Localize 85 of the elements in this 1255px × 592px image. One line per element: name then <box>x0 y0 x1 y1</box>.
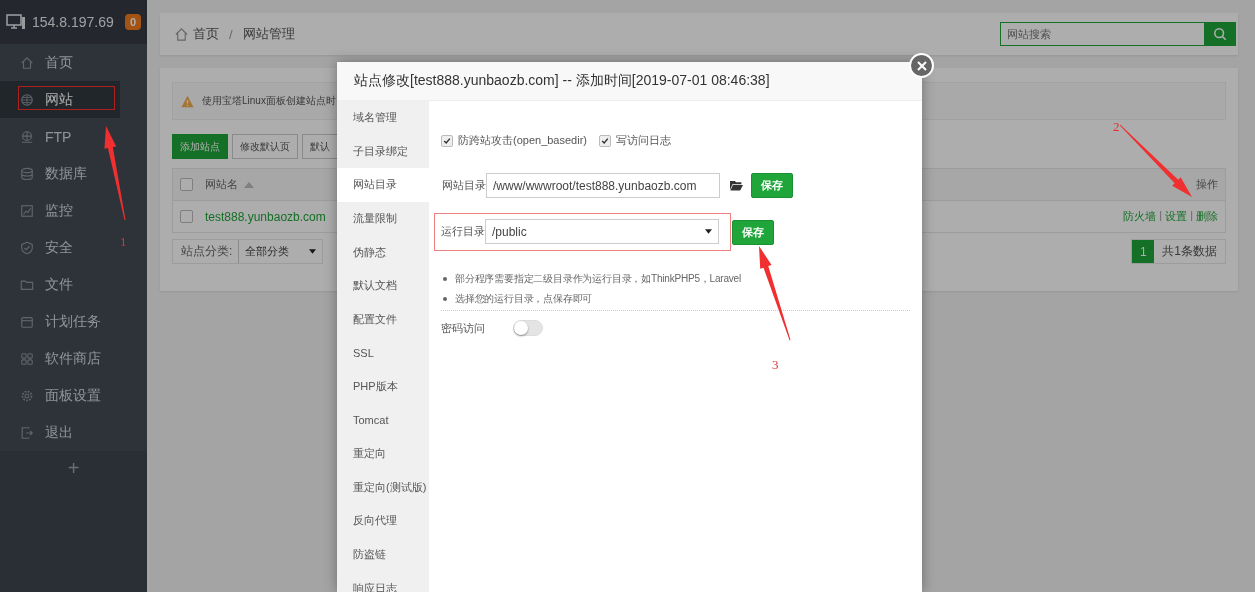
dialog-tab[interactable]: SSL <box>337 336 429 370</box>
dialog-tab[interactable]: 防盗链 <box>337 537 429 572</box>
checkbox[interactable] <box>180 210 193 223</box>
save-button[interactable]: 保存 <box>732 219 774 245</box>
folder-icon <box>20 277 34 292</box>
dialog-tab[interactable]: Tomcat <box>337 403 429 437</box>
dialog-tab[interactable]: 流量限制 <box>337 201 429 236</box>
home-icon <box>174 26 189 42</box>
nav-item[interactable]: 安全 <box>0 229 120 266</box>
nav-item[interactable]: 软件商店 <box>0 340 120 377</box>
breadcrumb-current: 网站管理 <box>242 25 295 43</box>
breadcrumb-separator: / <box>229 26 233 42</box>
toolbar-button[interactable]: 默认 <box>302 134 338 159</box>
bullet-icon <box>443 297 447 301</box>
tip-text: 部分程序需要指定二级目录作为运行目录，如ThinkPHP5，Laravel <box>455 272 741 286</box>
site-link[interactable]: test888.yunbaozb.com <box>205 209 326 224</box>
directory-field[interactable]: /www/wwwroot/test888.yunbaozb.com <box>486 173 720 198</box>
column-header[interactable]: 网站名 <box>205 178 238 190</box>
dialog-tab[interactable]: 反向代理 <box>337 504 429 538</box>
annotation-number: 2 <box>1113 119 1120 134</box>
action-link[interactable]: 删除 <box>1196 209 1218 224</box>
folder-icon[interactable] <box>730 180 743 191</box>
dialog-tab[interactable]: 重定向 <box>337 436 429 471</box>
toggle-switch[interactable] <box>513 320 543 336</box>
checkbox[interactable] <box>180 178 193 191</box>
breadcrumb-link[interactable]: 首页 <box>193 25 219 43</box>
column-header: 操作 <box>1196 178 1218 190</box>
nav-item[interactable]: 退出 <box>0 414 120 451</box>
dialog-tab[interactable]: PHP版本 <box>337 369 429 404</box>
nav-item[interactable]: 文件 <box>0 266 120 303</box>
page-button[interactable]: 1 <box>1132 240 1155 263</box>
action-link[interactable]: 防火墙 <box>1123 209 1157 224</box>
field-label: 网站目录 <box>442 178 484 193</box>
search-button[interactable] <box>1204 22 1236 46</box>
nav-item[interactable]: 计划任务 <box>0 303 120 340</box>
calendar-icon <box>20 314 34 329</box>
dialog-tab[interactable]: 重定向(测试版) <box>337 470 429 505</box>
checkbox[interactable] <box>441 134 453 147</box>
field-label: 运行目录 <box>441 224 483 239</box>
separator-text: | <box>1190 209 1193 223</box>
settings-icon <box>20 388 34 403</box>
sort-icon[interactable] <box>244 182 254 189</box>
warning-icon <box>181 94 194 108</box>
toolbar-button[interactable]: 修改默认页 <box>232 134 298 159</box>
tip-text: 选择您的运行目录，点保存即可 <box>455 292 593 306</box>
toggle-label: 密码访问 <box>441 320 483 336</box>
monitor-icon <box>6 14 26 30</box>
caret-icon <box>309 249 317 254</box>
dialog-tab[interactable]: 默认文档 <box>337 268 429 303</box>
total-count: 共1条数据 <box>1161 243 1218 260</box>
caret-icon <box>705 229 712 234</box>
server-address: 154.8.197.69 <box>32 14 115 30</box>
annotation-number: 3 <box>772 357 779 372</box>
nav-item[interactable]: 网站 <box>0 81 120 118</box>
dialog-tab[interactable]: 伪静态 <box>337 235 429 269</box>
globe-stand-icon <box>20 129 34 144</box>
nav-item[interactable]: 面板设置 <box>0 377 120 414</box>
dialog-tab[interactable]: 域名管理 <box>337 101 429 135</box>
search-field[interactable]: 网站搜索 <box>1000 22 1204 46</box>
checkbox[interactable] <box>599 134 611 147</box>
grid-icon <box>20 351 34 366</box>
dialog-tab[interactable]: 网站目录 <box>337 168 429 202</box>
dialog-tab[interactable]: 子目录绑定 <box>337 134 429 169</box>
save-button[interactable]: 保存 <box>751 173 793 198</box>
home-icon <box>20 55 34 70</box>
action-link[interactable]: 设置 <box>1165 209 1188 224</box>
separator-text: | <box>1159 209 1163 223</box>
dialog-tab[interactable]: 配置文件 <box>337 302 429 337</box>
search-icon <box>1213 27 1227 41</box>
directory-select[interactable]: /public <box>485 219 719 244</box>
database-icon <box>20 166 34 181</box>
category-label: 站点分类: <box>180 243 234 260</box>
chart-icon <box>20 203 34 218</box>
toolbar-button[interactable]: 添加站点 <box>172 134 228 159</box>
nav-item[interactable]: 首页 <box>0 44 120 81</box>
annotation-number: 1 <box>120 234 127 249</box>
dialog-title: 站点修改[test888.yunbaozb.com] -- 添加时间[2019-07-01 08:46:38] <box>354 72 770 90</box>
checkbox-label: 防跨站攻击(open_basedir) <box>458 133 587 148</box>
shield-icon <box>20 240 34 255</box>
bullet-icon <box>443 277 447 281</box>
checkbox-label: 写访问日志 <box>616 133 671 148</box>
close-icon <box>916 60 927 71</box>
notice-text: 使用宝塔Linux面板创建站点时 <box>202 94 336 108</box>
logout-icon <box>20 425 34 440</box>
globe-icon <box>20 92 34 107</box>
